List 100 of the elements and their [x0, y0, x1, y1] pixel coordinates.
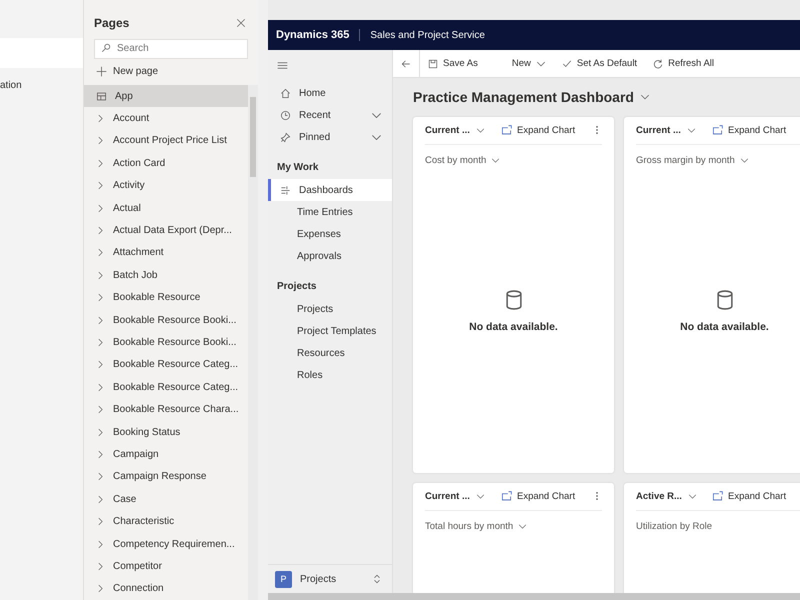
chevron-right-icon: [96, 270, 105, 280]
chevron-right-icon: [96, 136, 105, 146]
view-selector[interactable]: Current ...: [425, 125, 470, 136]
chevron-right-icon: [96, 472, 105, 482]
app-name: Sales and Project Service: [369, 30, 485, 40]
toolbar-button[interactable]: Set As Default: [554, 50, 646, 77]
page-list-item[interactable]: Bookable Resource Chara...: [84, 398, 248, 421]
view-selector[interactable]: Current ...: [425, 491, 470, 502]
page-list-item[interactable]: Actual Data Export (Depr...: [84, 219, 248, 242]
chart-title: Cost by month: [425, 155, 486, 166]
chevron-right-icon: [96, 316, 105, 325]
page-list-item[interactable]: Account Project Price List: [84, 130, 248, 152]
scrollbar[interactable]: [268, 593, 800, 600]
nav-item[interactable]: Recent: [268, 104, 392, 126]
page-list-item[interactable]: Characteristic: [84, 510, 248, 533]
page-list-item[interactable]: Competitor: [84, 555, 248, 578]
chevron-right-icon: [96, 540, 105, 548]
chevron-down-icon: [640, 92, 650, 102]
page-list-item[interactable]: Booking Status: [84, 420, 248, 444]
page-list-item[interactable]: Attachment: [84, 242, 248, 264]
list-item-text: ation: [0, 80, 22, 91]
chevron-right-icon: [96, 405, 105, 414]
page-list-item[interactable]: Actual: [84, 196, 248, 220]
page-list-item[interactable]: Bookable Resource Categ...: [84, 376, 248, 398]
chevron-right-icon: [96, 226, 105, 236]
page-list-item[interactable]: Batch Job: [84, 264, 248, 287]
search-field[interactable]: Search: [94, 38, 248, 58]
expand-chart-button[interactable]: Expand Chart: [501, 491, 576, 502]
page-list-item[interactable]: Action Card: [84, 152, 248, 175]
nav-item[interactable]: Home: [268, 82, 392, 104]
dashboard-title: Practice Management Dashboard: [413, 89, 634, 105]
save-icon: [428, 58, 438, 68]
brand-title: Dynamics 365: [276, 29, 360, 41]
page-list-item[interactable]: Campaign: [84, 443, 248, 466]
panel-title: Pages: [94, 16, 130, 30]
nav-item[interactable]: Pinned: [268, 126, 392, 148]
layout-icon: [96, 90, 107, 102]
checkmark-icon: [562, 58, 572, 68]
page-list-item[interactable]: Bookable Resource Booki...: [84, 331, 248, 354]
nav-item[interactable]: Resources: [268, 342, 392, 364]
nav-item[interactable]: Expenses: [268, 223, 392, 245]
chevron-right-icon: [96, 338, 105, 347]
home-icon: [280, 88, 291, 98]
chevron-right-icon: [96, 562, 105, 571]
expand-icon: [501, 125, 512, 136]
back-arrow-icon: [401, 58, 411, 68]
section-heading: Projects: [277, 281, 318, 292]
search-icon: [101, 43, 111, 53]
nav-item[interactable]: Time Entries: [268, 201, 392, 223]
toolbar-button[interactable]: Refresh All: [645, 50, 722, 77]
toolbar-button[interactable]: New: [504, 50, 554, 77]
page-list-item[interactable]: Campaign Response: [84, 466, 248, 488]
dashboard-icon: [280, 184, 291, 196]
chevron-right-icon: [96, 428, 105, 437]
chevron-right-icon: [96, 114, 105, 124]
page-list-item[interactable]: Bookable Resource Categ...: [84, 354, 248, 376]
toolbar-button[interactable]: Save As: [420, 50, 486, 77]
empty-message: No data available.: [469, 320, 558, 332]
page-list-item[interactable]: Bookable Resource Booki...: [84, 308, 248, 332]
page-list-item[interactable]: App: [84, 85, 248, 108]
chevron-down-icon: [686, 126, 696, 135]
chevron-right-icon: [96, 158, 105, 168]
chevron-right-icon: [96, 450, 105, 459]
chevron-right-icon: [96, 248, 105, 258]
expand-icon: [712, 491, 723, 502]
page-list-item[interactable]: Account: [84, 107, 248, 130]
menu-icon: [277, 60, 288, 71]
page-list-item[interactable]: Case: [84, 488, 248, 510]
chevron-right-icon: [96, 360, 105, 370]
nav-item[interactable]: Projects: [268, 298, 392, 320]
new-page-button[interactable]: New page: [96, 66, 158, 77]
chevron-down-icon: [688, 492, 697, 501]
expand-chart-button[interactable]: Expand Chart: [712, 491, 786, 502]
chart-title: Gross margin by month: [636, 155, 735, 166]
chart-title: Utilization by Role: [636, 521, 712, 532]
chevron-right-icon: [96, 204, 105, 213]
chevron-right-icon: [96, 382, 105, 392]
empty-message: No data available.: [680, 320, 769, 332]
scrollbar[interactable]: [248, 85, 258, 600]
clock-icon: [280, 110, 291, 120]
pin-icon: [280, 132, 291, 142]
nav-item[interactable]: Project Templates: [268, 320, 392, 342]
expand-chart-button[interactable]: Expand Chart: [712, 125, 786, 136]
up-down-chevron-icon: [372, 574, 382, 584]
page-list-item[interactable]: Competency Requiremen...: [84, 532, 248, 556]
view-selector[interactable]: Active R...: [636, 491, 682, 502]
page-list-item[interactable]: Activity: [84, 174, 248, 197]
view-selector[interactable]: Current ...: [636, 125, 681, 136]
page-list-item[interactable]: Bookable Resource: [84, 286, 248, 309]
chevron-down-icon: [476, 492, 485, 501]
chevron-right-icon: [96, 181, 105, 190]
chevron-right-icon: [96, 517, 105, 526]
refresh-icon: [653, 58, 664, 68]
page-list-item[interactable]: Connection: [84, 578, 248, 600]
nav-item[interactable]: Approvals: [268, 245, 392, 267]
nav-item[interactable]: Dashboards: [268, 179, 392, 201]
expand-chart-button[interactable]: Expand Chart: [501, 125, 576, 136]
nav-item[interactable]: Roles: [268, 364, 392, 386]
expand-icon: [501, 491, 512, 502]
chevron-right-icon: [96, 494, 105, 504]
